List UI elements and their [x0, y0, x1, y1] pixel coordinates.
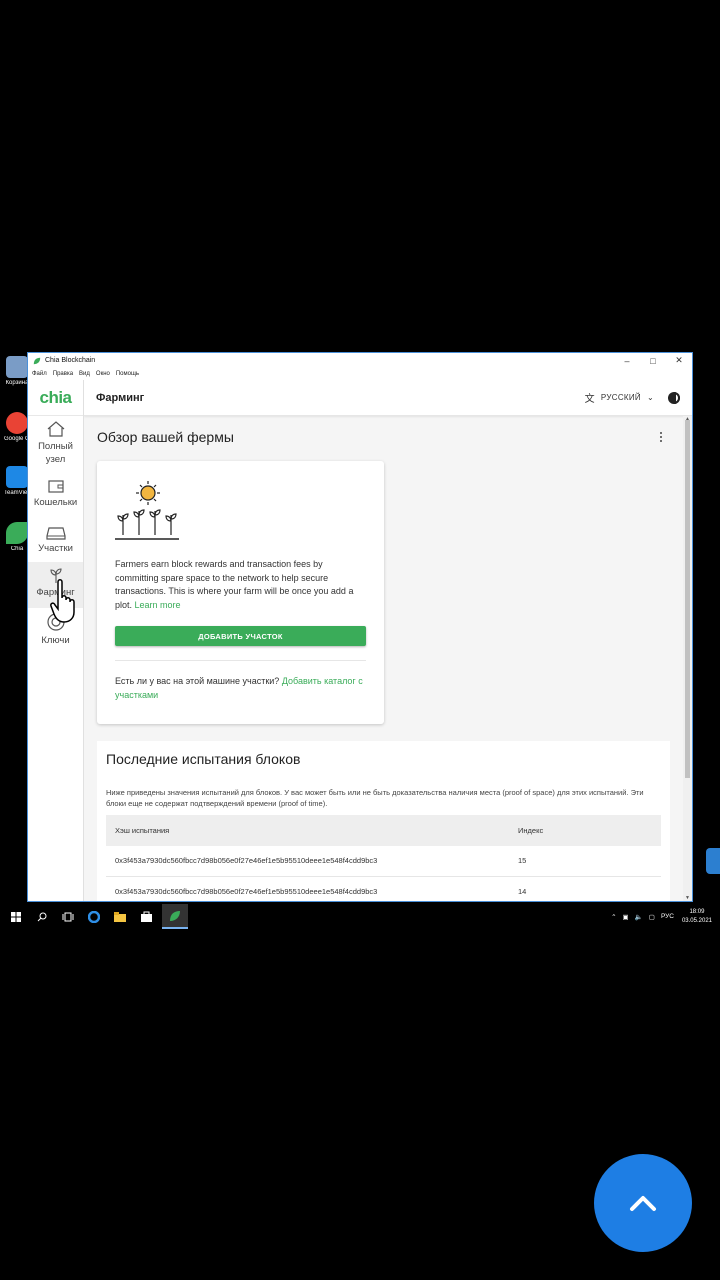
theme-toggle-icon[interactable] [668, 391, 680, 404]
sidebar-item-full-node[interactable]: Полный узел [28, 416, 83, 470]
language-label: РУССКИЙ [600, 393, 641, 402]
farm-illustration-icon [115, 481, 179, 540]
hand-cursor-icon [50, 579, 75, 623]
menu-edit[interactable]: Правка [53, 371, 73, 377]
window-titlebar[interactable]: Chia Blockchain – □ ✕ [28, 353, 692, 368]
screen: Корзина Google Chrome TeamViewer Chia Ch… [0, 0, 720, 1280]
top-bar: Фарминг 文 РУССКИЙ ⌄ [84, 380, 692, 416]
add-directory-question: Есть ли у вас на этой машине участки? [115, 676, 280, 686]
system-tray: ⌃ ▣ 🔈 ▢ РУС 18:09 03.05.2021 [605, 904, 712, 929]
menu-window[interactable]: Окно [96, 371, 110, 377]
sidebar-item-label: Участки [38, 543, 73, 554]
farm-description: Farmers earn block rewards and transacti… [115, 558, 366, 612]
file-explorer-icon[interactable] [110, 907, 130, 927]
task-view-icon[interactable] [58, 907, 78, 927]
clock-date: 03.05.2021 [681, 917, 712, 924]
minimize-button[interactable]: – [614, 353, 640, 368]
sidebar-item-plots[interactable]: Участки [28, 516, 83, 562]
menu-bar: Файл Правка Вид Окно Помощь [28, 368, 692, 380]
window-title: Chia Blockchain [45, 357, 96, 364]
clock[interactable]: 18:09 03.05.2021 [682, 908, 712, 926]
sidebar-item-wallets[interactable]: Кошельки [28, 470, 83, 516]
challenge-hash: 0x3f453a7930dc560fbcc7d98b056e0f27e46ef1… [106, 876, 509, 901]
chevron-up-icon [630, 1196, 656, 1211]
chrome-icon [6, 412, 28, 434]
home-icon [47, 421, 64, 437]
challenge-hash: 0x3f453a7930dc560fbcc7d98b056e0f27e46ef1… [106, 846, 509, 877]
page-title: Фарминг [96, 391, 145, 404]
challenges-table: Хэш испытания Индекс 0x3f453a7930dc560fb… [106, 815, 661, 901]
farm-heading: Обзор вашей фермы [97, 429, 234, 445]
scroll-to-top-button[interactable] [594, 1154, 692, 1252]
teamviewer-icon [6, 466, 28, 488]
chia-leaf-icon [33, 357, 41, 364]
challenge-index: 14 [509, 876, 661, 901]
learn-more-link[interactable]: Learn more [135, 600, 181, 610]
input-language[interactable]: РУС [661, 913, 674, 920]
more-options-icon[interactable] [660, 432, 664, 442]
add-directory-prompt: Есть ли у вас на этой машине участки? До… [115, 675, 366, 702]
taskbar: ⌃ ▣ 🔈 ▢ РУС 18:09 03.05.2021 [0, 904, 720, 929]
side-widget-tab[interactable] [706, 848, 720, 874]
edge-browser-icon[interactable] [84, 907, 104, 927]
menu-view[interactable]: Вид [79, 371, 90, 377]
drive-icon [45, 527, 66, 540]
farm-overview-card: Farmers earn block rewards and transacti… [97, 461, 384, 724]
chevron-down-icon: ⌄ [646, 393, 654, 402]
sidebar: chia Полный узел Кошельки Участки Фармин… [28, 380, 84, 901]
network-icon[interactable]: ▣ [623, 913, 629, 921]
windows-start-icon[interactable] [6, 907, 26, 927]
vertical-scrollbar[interactable]: ▲ ▼ [683, 416, 692, 901]
volume-icon[interactable]: 🔈 [635, 913, 643, 921]
menu-help[interactable]: Помощь [116, 371, 139, 377]
sidebar-item-label: Ключи [41, 635, 70, 646]
app-window: Chia Blockchain – □ ✕ Файл Правка Вид Ок… [27, 352, 693, 902]
chia-taskbar-icon[interactable] [162, 904, 188, 929]
challenges-note: Ниже приведены значения испытаний для бл… [106, 788, 644, 808]
scrollbar-thumb[interactable] [685, 420, 690, 778]
add-plot-button[interactable]: ДОБАВИТЬ УЧАСТОК [115, 626, 366, 646]
table-header-row: Хэш испытания Индекс [106, 815, 661, 846]
search-icon[interactable] [32, 907, 52, 927]
scroll-down-icon[interactable]: ▼ [685, 895, 690, 901]
sidebar-item-label: Полный узел [38, 441, 73, 465]
clock-time: 18:09 [689, 908, 705, 915]
close-button[interactable]: ✕ [666, 353, 692, 368]
latest-challenges-card: Последние испытания блоков Ниже приведен… [97, 741, 670, 901]
table-row[interactable]: 0x3f453a7930dc560fbcc7d98b056e0f27e46ef1… [106, 876, 661, 901]
language-selector[interactable]: 文 РУССКИЙ ⌄ [585, 390, 654, 405]
challenges-heading: Последние испытания блоков [106, 751, 301, 767]
column-header-hash[interactable]: Хэш испытания [106, 815, 509, 846]
recycle-bin-icon [6, 356, 28, 378]
maximize-button[interactable]: □ [640, 353, 666, 368]
menu-file[interactable]: Файл [32, 371, 47, 377]
notification-icon[interactable]: ▢ [649, 913, 655, 921]
translate-icon: 文 [584, 394, 595, 405]
chevron-up-icon[interactable]: ⌃ [611, 913, 616, 921]
challenge-index: 15 [509, 846, 661, 877]
chia-leaf-icon [6, 522, 28, 544]
store-icon[interactable] [136, 907, 156, 927]
main-content: Фарминг 文 РУССКИЙ ⌄ Обзор вашей фермы Fa… [84, 380, 692, 901]
column-header-index[interactable]: Индекс [509, 815, 661, 846]
table-row[interactable]: 0x3f453a7930dc560fbcc7d98b056e0f27e46ef1… [106, 846, 661, 877]
sidebar-item-label: Кошельки [33, 497, 78, 508]
chia-logo: chia [28, 380, 83, 416]
divider [115, 660, 366, 661]
app-body: chia Полный узел Кошельки Участки Фармин… [28, 380, 692, 901]
wallet-icon [47, 480, 64, 493]
